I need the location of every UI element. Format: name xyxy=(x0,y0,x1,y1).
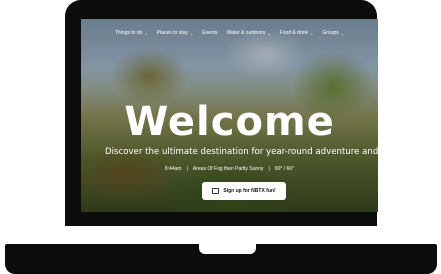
nav-label: Groups xyxy=(322,30,339,36)
nav-label: Things to do xyxy=(114,30,143,36)
signup-button-label: Sign up for NBTX fun! xyxy=(223,188,276,194)
chevron-down-icon: ⌄ xyxy=(144,30,148,36)
nav-label: Events xyxy=(202,30,218,36)
signup-button[interactable]: Sign up for NBTX fun! xyxy=(202,182,286,200)
nav-label: Places to stay xyxy=(156,30,188,36)
nav-label: Food & drink xyxy=(279,30,308,36)
nav-events[interactable]: Events xyxy=(202,30,217,36)
hero-title: Welcome xyxy=(124,99,335,145)
hero-tagline: Discover the ultimate destination for ye… xyxy=(105,147,378,157)
nav-places-to-stay[interactable]: Places to stay ⌄ xyxy=(157,30,194,36)
chevron-down-icon: ⌄ xyxy=(340,30,345,36)
nav-things-to-do[interactable]: Things to do ⌄ xyxy=(115,30,148,36)
main-nav: Things to do ⌄ Places to stay ⌄ Events W… xyxy=(81,30,378,36)
laptop-notch xyxy=(199,244,256,254)
chevron-down-icon: ⌄ xyxy=(189,30,194,36)
weather-condition: Areas Of Fog then Partly Sunny xyxy=(192,166,264,172)
nav-label: Water & outdoors xyxy=(226,30,266,36)
nav-groups[interactable]: Groups ⌄ xyxy=(322,30,344,36)
separator: | xyxy=(268,166,270,172)
current-time: 8:44am xyxy=(164,166,182,172)
chevron-down-icon: ⌄ xyxy=(267,30,271,36)
temperature-range: 90° / 66° xyxy=(274,166,295,172)
website-hero: Things to do ⌄ Places to stay ⌄ Events W… xyxy=(81,19,378,212)
weather-bar: 8:44am | Areas Of Fog then Partly Sunny … xyxy=(81,166,378,172)
mail-icon xyxy=(212,188,220,194)
nav-food-drink[interactable]: Food & drink ⌄ xyxy=(280,30,314,36)
separator: | xyxy=(186,166,188,172)
chevron-down-icon: ⌄ xyxy=(310,30,314,36)
nav-water-outdoors[interactable]: Water & outdoors ⌄ xyxy=(227,30,271,36)
